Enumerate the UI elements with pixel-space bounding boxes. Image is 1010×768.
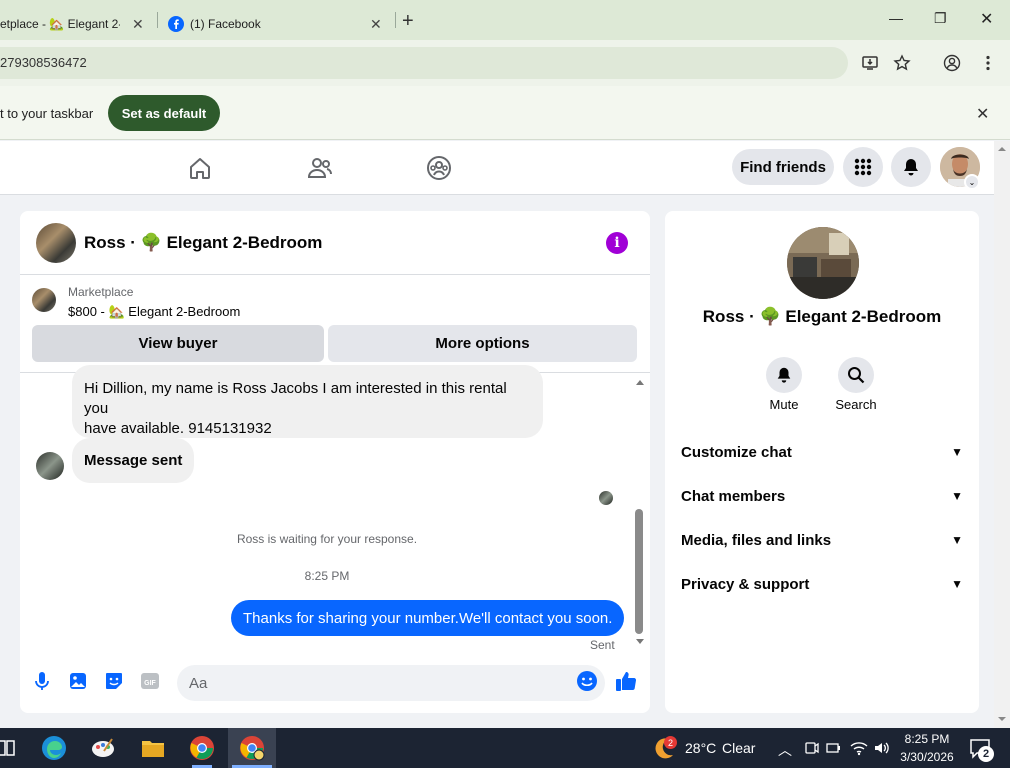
clock-time[interactable]: 8:25 PM [902, 732, 952, 746]
avatar[interactable] [787, 227, 859, 299]
file-explorer-icon[interactable] [139, 734, 167, 762]
read-receipt-avatar [599, 491, 613, 505]
tab-title: etplace - 🏡 Elegant 2- [0, 17, 120, 31]
avatar[interactable] [36, 452, 64, 480]
message-line: have available. 9145131932 [84, 420, 272, 437]
mute-button[interactable] [766, 357, 802, 393]
more-options-button[interactable]: More options [328, 325, 637, 362]
message-timestamp: 8:25 PM [304, 569, 350, 583]
browser-menu-icon[interactable] [979, 54, 997, 72]
search-button[interactable] [838, 357, 874, 393]
profile-icon[interactable] [943, 54, 961, 72]
notification-count-badge: 2 [978, 746, 994, 762]
chevron-down-icon: ▼ [951, 489, 963, 503]
friends-icon[interactable] [307, 155, 333, 181]
new-tab-button[interactable]: + [402, 10, 414, 33]
chevron-down-icon: ▼ [951, 445, 963, 459]
message-bubble-outgoing[interactable]: Thanks for sharing your number.We'll con… [231, 600, 625, 636]
volume-icon[interactable] [868, 734, 896, 762]
infobar-close-icon[interactable]: ✕ [976, 104, 989, 124]
weather-badge: 2 [664, 736, 677, 749]
battery-plug-icon[interactable] [820, 734, 848, 762]
avatar[interactable] [36, 223, 76, 263]
gif-icon[interactable]: GIF [139, 670, 161, 692]
weather-condition[interactable]: Clear [722, 740, 755, 756]
emoji-icon[interactable] [576, 670, 598, 692]
section-label: Media, files and links [681, 531, 832, 549]
section-chat-members[interactable]: Chat members ▼ [681, 474, 963, 518]
chevron-down-icon[interactable]: ⌄ [964, 174, 980, 190]
bookmark-star-icon[interactable] [893, 54, 911, 72]
close-tab-icon[interactable]: ✕ [370, 16, 382, 33]
section-media-files-links[interactable]: Media, files and links ▼ [681, 518, 963, 562]
chrome-profile-icon[interactable] [238, 734, 266, 762]
chat-title[interactable]: Ross · 🌳 Elegant 2-Bedroom [84, 233, 322, 253]
facebook-icon [168, 16, 184, 32]
section-customize-chat[interactable]: Customize chat ▼ [681, 430, 963, 474]
chevron-down-icon: ▼ [951, 533, 963, 547]
message-status: Sent [590, 638, 615, 652]
message-scrollbar[interactable] [634, 373, 646, 653]
tab-divider [157, 12, 158, 28]
listing-price[interactable]: $800 - 🏡 Elegant 2-Bedroom [68, 304, 240, 320]
chat-window: Ross · 🌳 Elegant 2-Bedroom i Marketplace… [20, 211, 650, 713]
message-bubble[interactable]: Hi Dillion, my name is Ross Jacobs I am … [72, 365, 543, 457]
sticker-icon[interactable] [103, 670, 125, 692]
message-list: Hi Dillion, my name is Ross Jacobs I am … [20, 365, 650, 653]
message-input[interactable] [177, 665, 605, 701]
menu-grid-icon[interactable] [843, 147, 883, 187]
section-label: Customize chat [681, 443, 792, 461]
paint-icon[interactable] [89, 734, 117, 762]
chevron-down-icon: ▼ [951, 577, 963, 591]
clock-date[interactable]: 3/30/2026 [898, 750, 956, 764]
photo-icon[interactable] [67, 670, 89, 692]
weather-temp[interactable]: 28°C [685, 740, 716, 756]
close-tab-icon[interactable]: ✕ [132, 16, 144, 33]
chrome-icon[interactable] [188, 734, 216, 762]
url-text[interactable]: 279308536472 [0, 55, 87, 70]
waiting-notice: Ross is waiting for your response. [236, 532, 418, 546]
page-scrollbar[interactable] [994, 141, 1010, 728]
set-as-default-button[interactable]: Set as default [108, 95, 220, 131]
notifications-bell-icon[interactable] [891, 147, 931, 187]
find-friends-button[interactable]: Find friends [732, 149, 834, 185]
groups-icon[interactable] [426, 155, 452, 181]
home-icon[interactable] [187, 155, 213, 181]
message-line: Hi Dillion, my name is Ross Jacobs I am … [84, 380, 507, 417]
section-label: Privacy & support [681, 575, 810, 593]
install-app-icon[interactable] [861, 54, 879, 72]
listing-thumbnail[interactable] [32, 288, 56, 312]
info-icon[interactable]: i [606, 232, 628, 254]
close-window-icon[interactable]: ✕ [980, 9, 993, 29]
task-view-icon[interactable] [0, 734, 20, 762]
restore-icon[interactable]: ❐ [934, 10, 947, 27]
thumbs-up-icon[interactable] [615, 670, 637, 692]
omnibox[interactable] [0, 47, 848, 79]
tab-title: (1) Facebook [190, 17, 261, 31]
section-privacy-support[interactable]: Privacy & support ▼ [681, 562, 963, 606]
edge-icon[interactable] [40, 734, 68, 762]
search-label: Search [835, 397, 877, 412]
view-buyer-button[interactable]: View buyer [32, 325, 324, 362]
chevron-up-icon[interactable]: ︿ [778, 740, 792, 760]
microphone-icon[interactable] [31, 670, 53, 692]
section-label: Chat members [681, 487, 786, 505]
infobar-text: t to your taskbar [0, 106, 94, 121]
tab-divider [395, 12, 396, 28]
chat-info-panel: Ross · 🌳 Elegant 2-Bedroom Mute Search C… [665, 211, 979, 713]
chat-header: Ross · 🌳 Elegant 2-Bedroom i [20, 211, 650, 275]
message-bubble[interactable]: Message sent [72, 438, 195, 483]
minimize-icon[interactable]: — [889, 10, 903, 26]
tab-marketplace[interactable]: etplace - 🏡 Elegant 2- ✕ [0, 8, 155, 40]
svg-text:GIF: GIF [144, 680, 156, 687]
conversation-name: Ross · 🌳 Elegant 2-Bedroom [702, 307, 942, 326]
mute-label: Mute [769, 397, 799, 412]
marketplace-label: Marketplace [68, 285, 134, 299]
tab-facebook[interactable]: (1) Facebook ✕ [168, 8, 388, 40]
